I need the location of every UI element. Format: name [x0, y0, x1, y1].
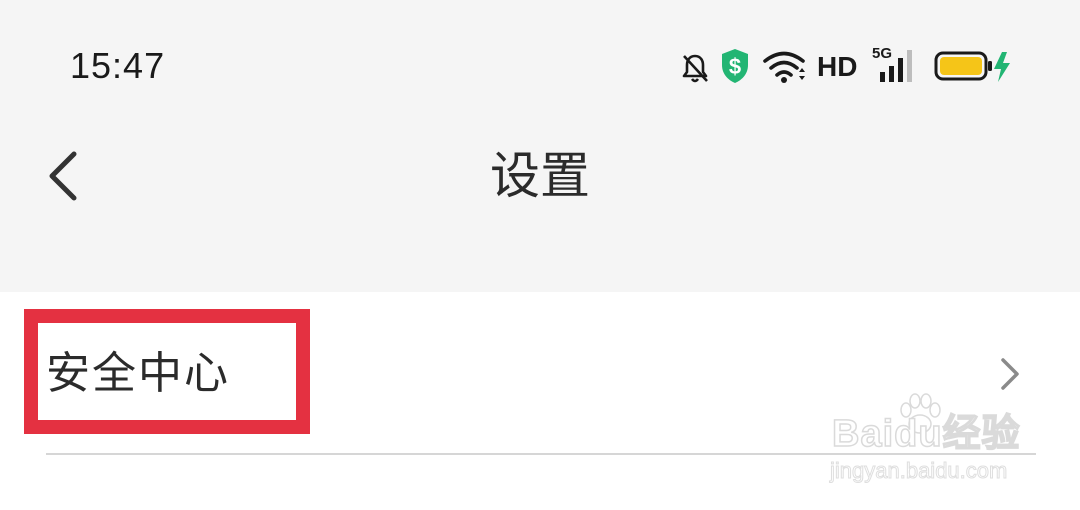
page-title: 设置	[490, 147, 590, 205]
settings-item-security-center[interactable]: 安全中心	[0, 292, 1080, 454]
svg-text:$: $	[729, 54, 741, 79]
bell-off-icon	[682, 54, 708, 83]
settings-item-label: 安全中心	[46, 348, 230, 399]
status-clock: 15:47	[70, 45, 166, 86]
shield-dollar-icon: $	[722, 49, 748, 83]
settings-list: 安全中心	[0, 292, 1080, 510]
chevron-right-icon	[1001, 358, 1019, 390]
network-hd-label: HD	[817, 51, 858, 82]
cellular-signal-icon: 5G	[872, 46, 920, 86]
battery-charging-icon	[934, 51, 1010, 82]
nav-bar: 设置	[0, 128, 1080, 224]
status-bar: 15:47 $ HD 5G	[0, 30, 1080, 102]
header: 15:47 $ HD 5G 设置	[0, 0, 1080, 292]
list-divider	[46, 453, 1036, 455]
wifi-icon	[763, 51, 805, 83]
